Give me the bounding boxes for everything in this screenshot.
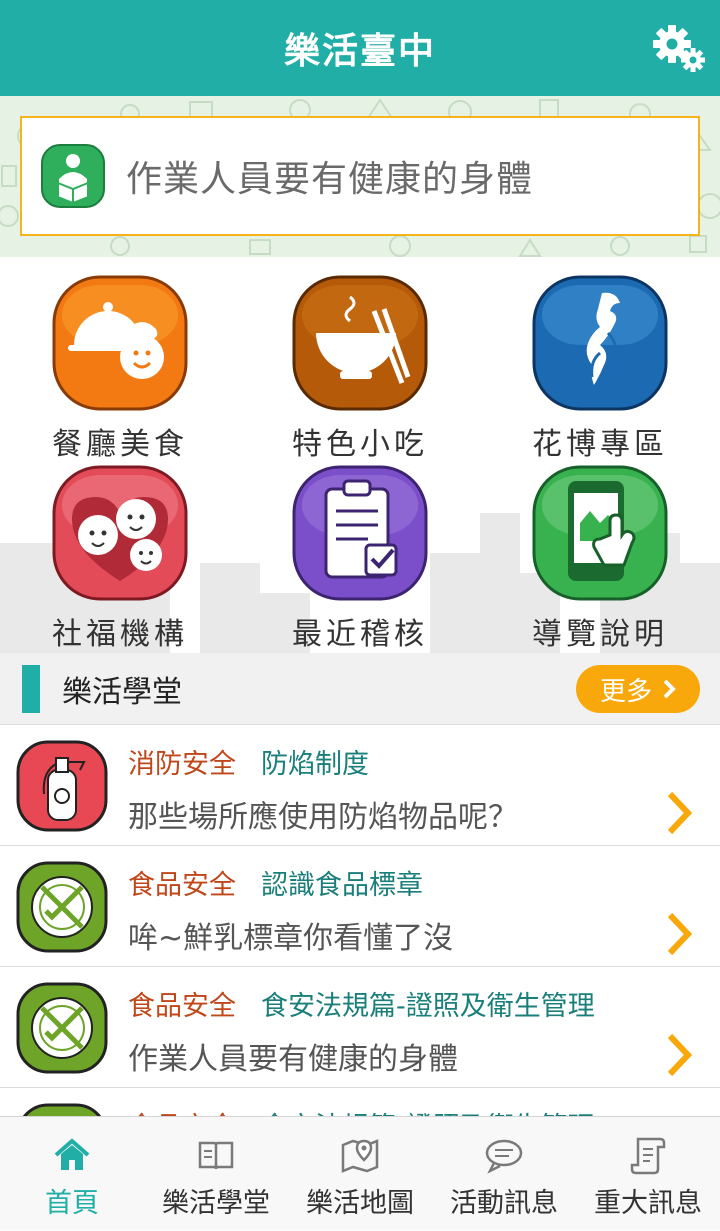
app-header: 樂活臺中	[0, 0, 720, 96]
noodle-bowl-icon	[292, 275, 428, 411]
reading-person-icon	[41, 144, 105, 208]
banner-text: 作業人員要有健康的身體	[126, 159, 534, 200]
fire-extinguisher-icon	[16, 740, 108, 832]
scroll-icon	[630, 1137, 666, 1175]
more-label: 更多	[599, 676, 652, 707]
item-subcategory: 防焰制度	[261, 749, 369, 780]
item-title: 那些場所應使用防焰物品呢？	[128, 800, 518, 835]
plate-cutlery-icon	[16, 861, 108, 953]
nav-label: 首頁	[45, 1188, 99, 1219]
clipboard-check-icon	[292, 465, 428, 601]
chef-cloche-icon	[52, 275, 188, 411]
nav-label: 活動訊息	[450, 1188, 558, 1219]
grid-label: 餐廳美食	[52, 427, 188, 462]
grid-label: 社福機構	[52, 617, 188, 652]
flora-expo-icon	[532, 275, 668, 411]
banner: 作業人員要有健康的身體	[0, 96, 720, 257]
phone-touch-icon	[532, 465, 668, 601]
section-title: 樂活學堂	[62, 674, 182, 710]
nav-label: 樂活地圖	[306, 1188, 414, 1219]
gear-icon[interactable]	[652, 22, 706, 74]
chevron-right-icon	[663, 679, 676, 699]
chat-bubble-icon	[485, 1139, 523, 1174]
list-item[interactable]: 食品安全 食安法規篇-證照及衛生管理 作業人員要有健康的身體	[0, 968, 720, 1088]
item-category: 食品安全	[128, 870, 236, 901]
item-title: 哞~鮮乳標章你看懂了沒	[128, 921, 454, 956]
section-header: 樂活學堂 更多	[0, 653, 720, 725]
chevron-right-icon	[667, 1033, 693, 1077]
nav-major-news[interactable]: 重大訊息	[576, 1117, 720, 1231]
nav-events[interactable]: 活動訊息	[432, 1117, 576, 1231]
grid-item-guide[interactable]: 導覽說明	[500, 463, 700, 653]
item-category: 食品安全	[128, 991, 236, 1022]
grid-label: 導覽說明	[532, 617, 668, 652]
nav-home[interactable]: 首頁	[0, 1117, 144, 1231]
grid-item-snacks[interactable]: 特色小吃	[260, 273, 460, 463]
home-icon	[54, 1138, 90, 1170]
item-title: 作業人員要有健康的身體	[128, 1042, 458, 1077]
list-item[interactable]: 食品安全 食安法規篇-證照及衛生管理	[0, 1089, 720, 1116]
more-button[interactable]: 更多	[576, 665, 700, 713]
item-subcategory: 認識食品標章	[261, 870, 423, 901]
grid-item-flora-expo[interactable]: 花博專區	[500, 273, 700, 463]
list-item[interactable]: 食品安全 認識食品標章 哞~鮮乳標章你看懂了沒	[0, 847, 720, 967]
list-item[interactable]: 消防安全 防焰制度 那些場所應使用防焰物品呢？	[0, 726, 720, 846]
nav-learning[interactable]: 樂活學堂	[144, 1117, 288, 1231]
family-heart-icon	[52, 465, 188, 601]
section-accent-bar	[22, 664, 40, 713]
banner-card[interactable]: 作業人員要有健康的身體	[20, 116, 700, 236]
article-list: 消防安全 防焰制度 那些場所應使用防焰物品呢？ 食品安全 認識食品標章 哞~鮮乳…	[0, 726, 720, 1116]
grid-item-recent-audit[interactable]: 最近稽核	[260, 463, 460, 653]
chevron-right-icon	[667, 791, 693, 835]
nav-label: 重大訊息	[594, 1188, 702, 1219]
category-grid: 餐廳美食 特色小吃 花博專區 社福機構 最近稽核 導覽說明	[0, 257, 720, 653]
grid-label: 特色小吃	[292, 427, 428, 462]
chevron-right-icon	[667, 912, 693, 956]
nav-map[interactable]: 樂活地圖	[288, 1117, 432, 1231]
item-category: 消防安全	[128, 749, 236, 780]
plate-cutlery-icon	[16, 982, 108, 1074]
item-subcategory: 食安法規篇-證照及衛生管理	[261, 991, 595, 1022]
nav-label: 樂活學堂	[162, 1188, 270, 1219]
map-pin-icon	[341, 1139, 379, 1173]
app-title: 樂活臺中	[283, 31, 436, 72]
bottom-navigation: 首頁 樂活學堂 樂活地圖 活動訊息 重大訊息	[0, 1116, 720, 1230]
grid-label: 最近稽核	[292, 617, 428, 652]
plate-cutlery-icon	[22, 1103, 102, 1116]
item-subcategory: 食安法規篇-證照及衛生管理	[261, 1105, 595, 1116]
grid-item-restaurant[interactable]: 餐廳美食	[20, 273, 220, 463]
grid-item-social-welfare[interactable]: 社福機構	[20, 463, 220, 653]
item-category: 食品安全	[128, 1105, 236, 1116]
grid-label: 花博專區	[532, 427, 668, 462]
book-icon	[198, 1141, 234, 1170]
